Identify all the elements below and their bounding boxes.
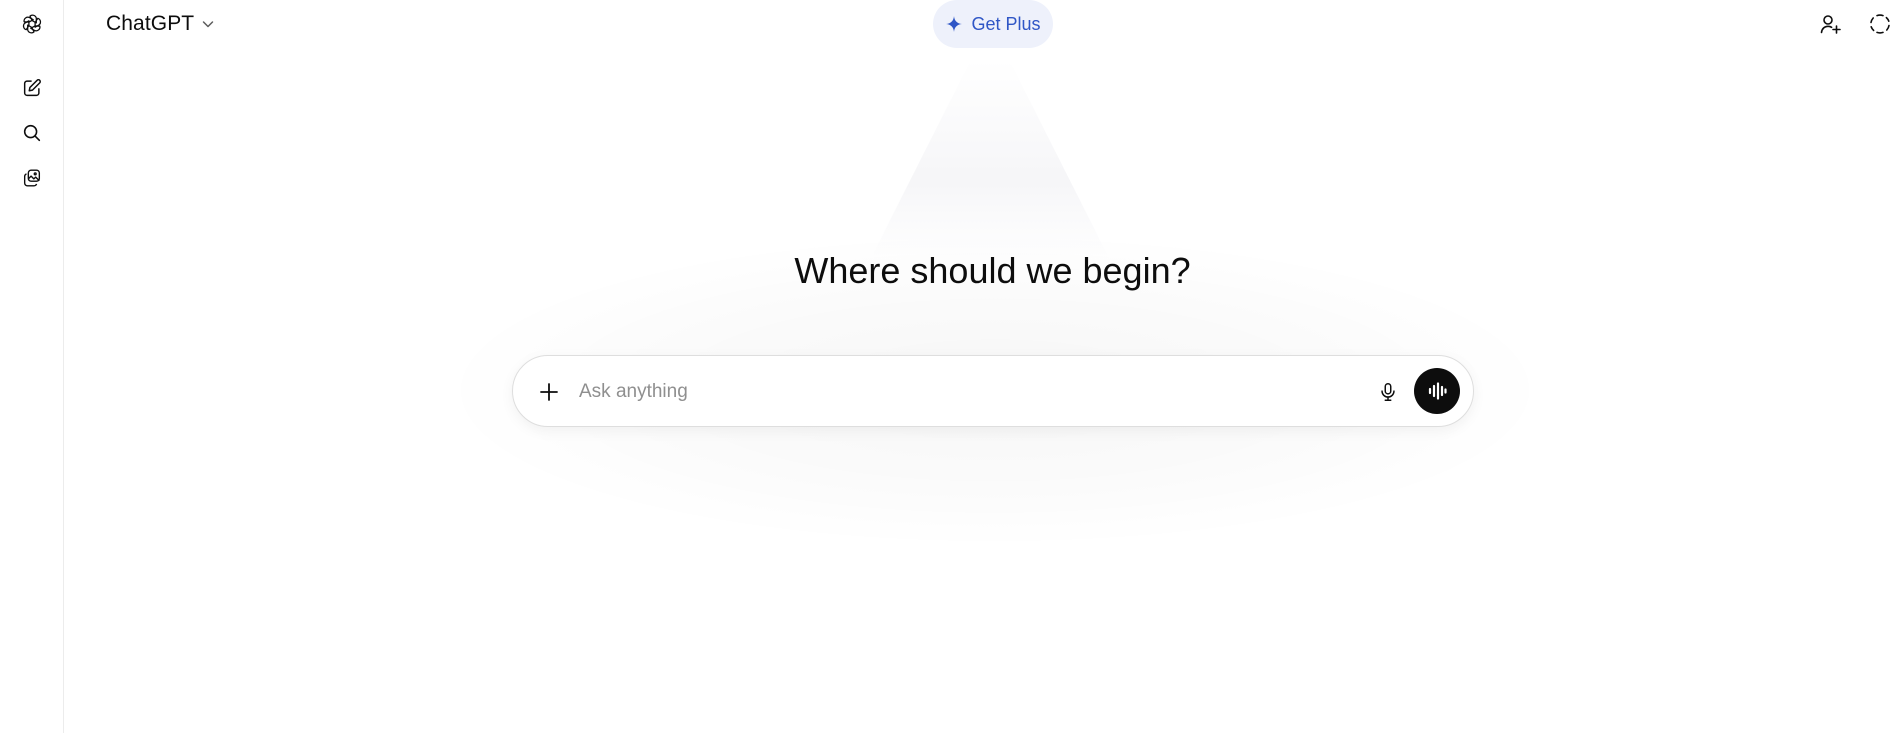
dictate-button[interactable] (1370, 374, 1406, 410)
new-chat-icon (23, 79, 41, 97)
prompt-input[interactable] (579, 374, 1279, 410)
library-button[interactable] (14, 160, 50, 196)
voice-waveform-icon (1428, 382, 1447, 400)
temporary-chat-icon (1870, 14, 1890, 34)
prompt-composer (512, 355, 1474, 427)
new-chat-button[interactable] (14, 70, 50, 106)
add-attachment-button[interactable] (531, 374, 567, 410)
add-person-icon (1820, 15, 1841, 34)
microphone-icon (1381, 383, 1395, 401)
model-switcher[interactable]: ChatGPT (106, 10, 216, 38)
page-title: Where should we begin? (794, 250, 1191, 291)
voice-mode-button[interactable] (1414, 368, 1460, 414)
search-button[interactable] (14, 115, 50, 151)
model-name: ChatGPT (106, 12, 195, 35)
chatgpt-app: ChatGPT Get Plus Where should we begin? (0, 0, 1904, 733)
sparkle-icon (946, 16, 963, 32)
get-plus-label: Get Plus (971, 13, 1041, 34)
openai-logo-icon (22, 14, 42, 34)
chevron-down-icon (202, 21, 214, 28)
search-icon (23, 124, 41, 142)
get-plus-button[interactable]: Get Plus (933, 0, 1053, 48)
add-person-button[interactable] (1812, 6, 1848, 42)
plus-icon (540, 383, 558, 401)
openai-logo-button[interactable] (14, 6, 50, 42)
library-icon (23, 169, 41, 187)
temporary-chat-button[interactable] (1862, 6, 1898, 42)
left-rail (0, 0, 64, 733)
decorative-beam (870, 60, 1110, 260)
